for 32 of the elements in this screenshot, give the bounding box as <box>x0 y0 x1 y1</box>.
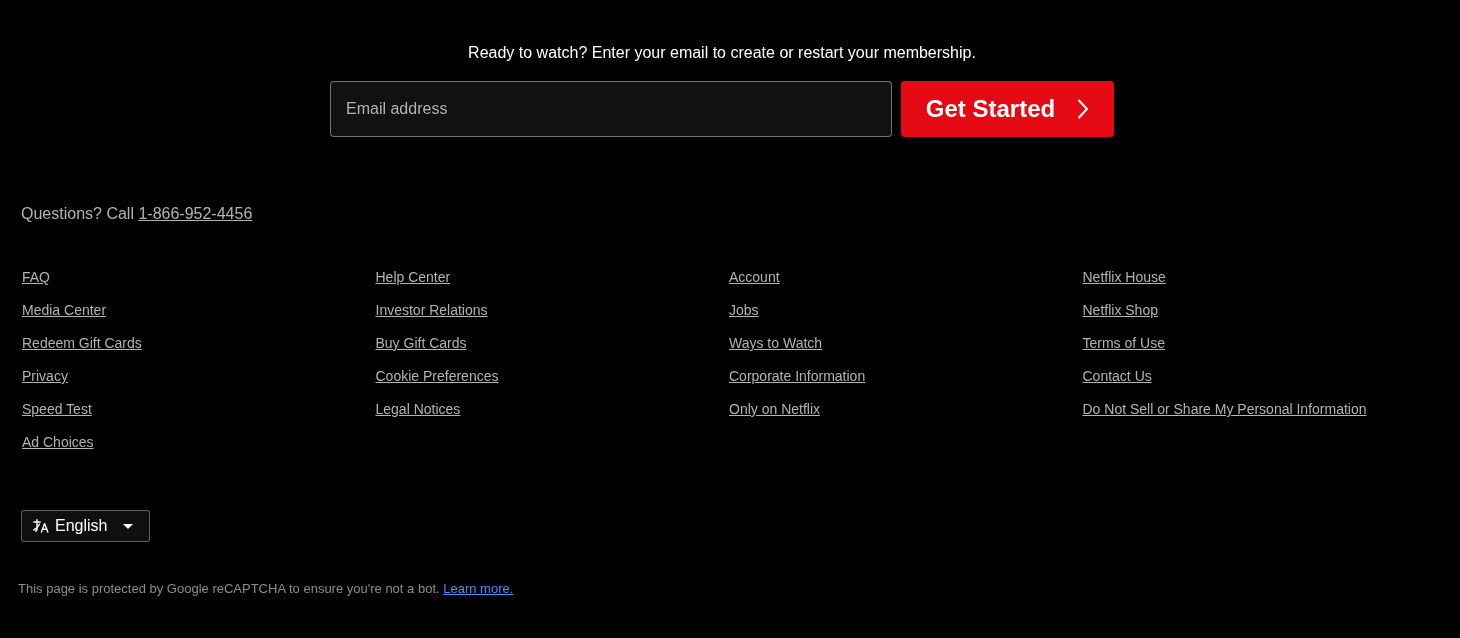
footer-link[interactable]: Terms of Use <box>1082 335 1165 351</box>
footer-link[interactable]: Media Center <box>22 302 107 318</box>
footer-link[interactable]: Speed Test <box>22 401 92 417</box>
contact-text: Questions? Call 1-866-952-4456 <box>21 204 253 224</box>
recaptcha-text: This page is protected by Google reCAPTCHA to ensure you're not a bot. Learn more. <box>18 580 514 598</box>
email-field[interactable]: Email address <box>330 81 892 137</box>
learn-more-link[interactable]: Learn more. <box>443 581 514 596</box>
cta-heading: Ready to watch? Enter your email to create or restart your membership. <box>468 43 976 63</box>
caret-down-icon <box>123 523 133 529</box>
chevron-right-icon <box>1077 99 1090 119</box>
footer-link[interactable]: Privacy <box>22 368 68 384</box>
footer-link[interactable]: Account <box>729 269 780 285</box>
get-started-button[interactable]: Get Started <box>901 81 1114 137</box>
footer-link[interactable]: Cookie Preferences <box>375 368 499 384</box>
footer-link[interactable]: Contact Us <box>1082 368 1152 384</box>
footer-link[interactable]: Do Not Sell or Share My Personal Information <box>1082 401 1367 417</box>
footer-link[interactable]: Ad Choices <box>22 434 94 450</box>
footer-link[interactable]: Netflix House <box>1082 269 1166 285</box>
footer-link[interactable]: Corporate Information <box>729 368 866 384</box>
translate-icon <box>33 519 49 533</box>
footer-link[interactable]: Jobs <box>729 302 759 318</box>
footer-link[interactable]: Ways to Watch <box>729 335 823 351</box>
phone-link[interactable]: 1-866-952-4456 <box>138 205 253 222</box>
footer-link[interactable]: FAQ <box>22 269 50 285</box>
footer-link[interactable]: Legal Notices <box>375 401 461 417</box>
footer-link[interactable]: Only on Netflix <box>729 401 821 417</box>
footer-link[interactable]: Netflix Shop <box>1082 302 1158 318</box>
footer-link[interactable]: Redeem Gift Cards <box>22 335 142 351</box>
language-select[interactable]: English <box>21 510 150 542</box>
footer-link[interactable]: Help Center <box>375 269 451 285</box>
footer-link[interactable]: Buy Gift Cards <box>375 335 467 351</box>
footer-link[interactable]: Investor Relations <box>375 302 488 318</box>
